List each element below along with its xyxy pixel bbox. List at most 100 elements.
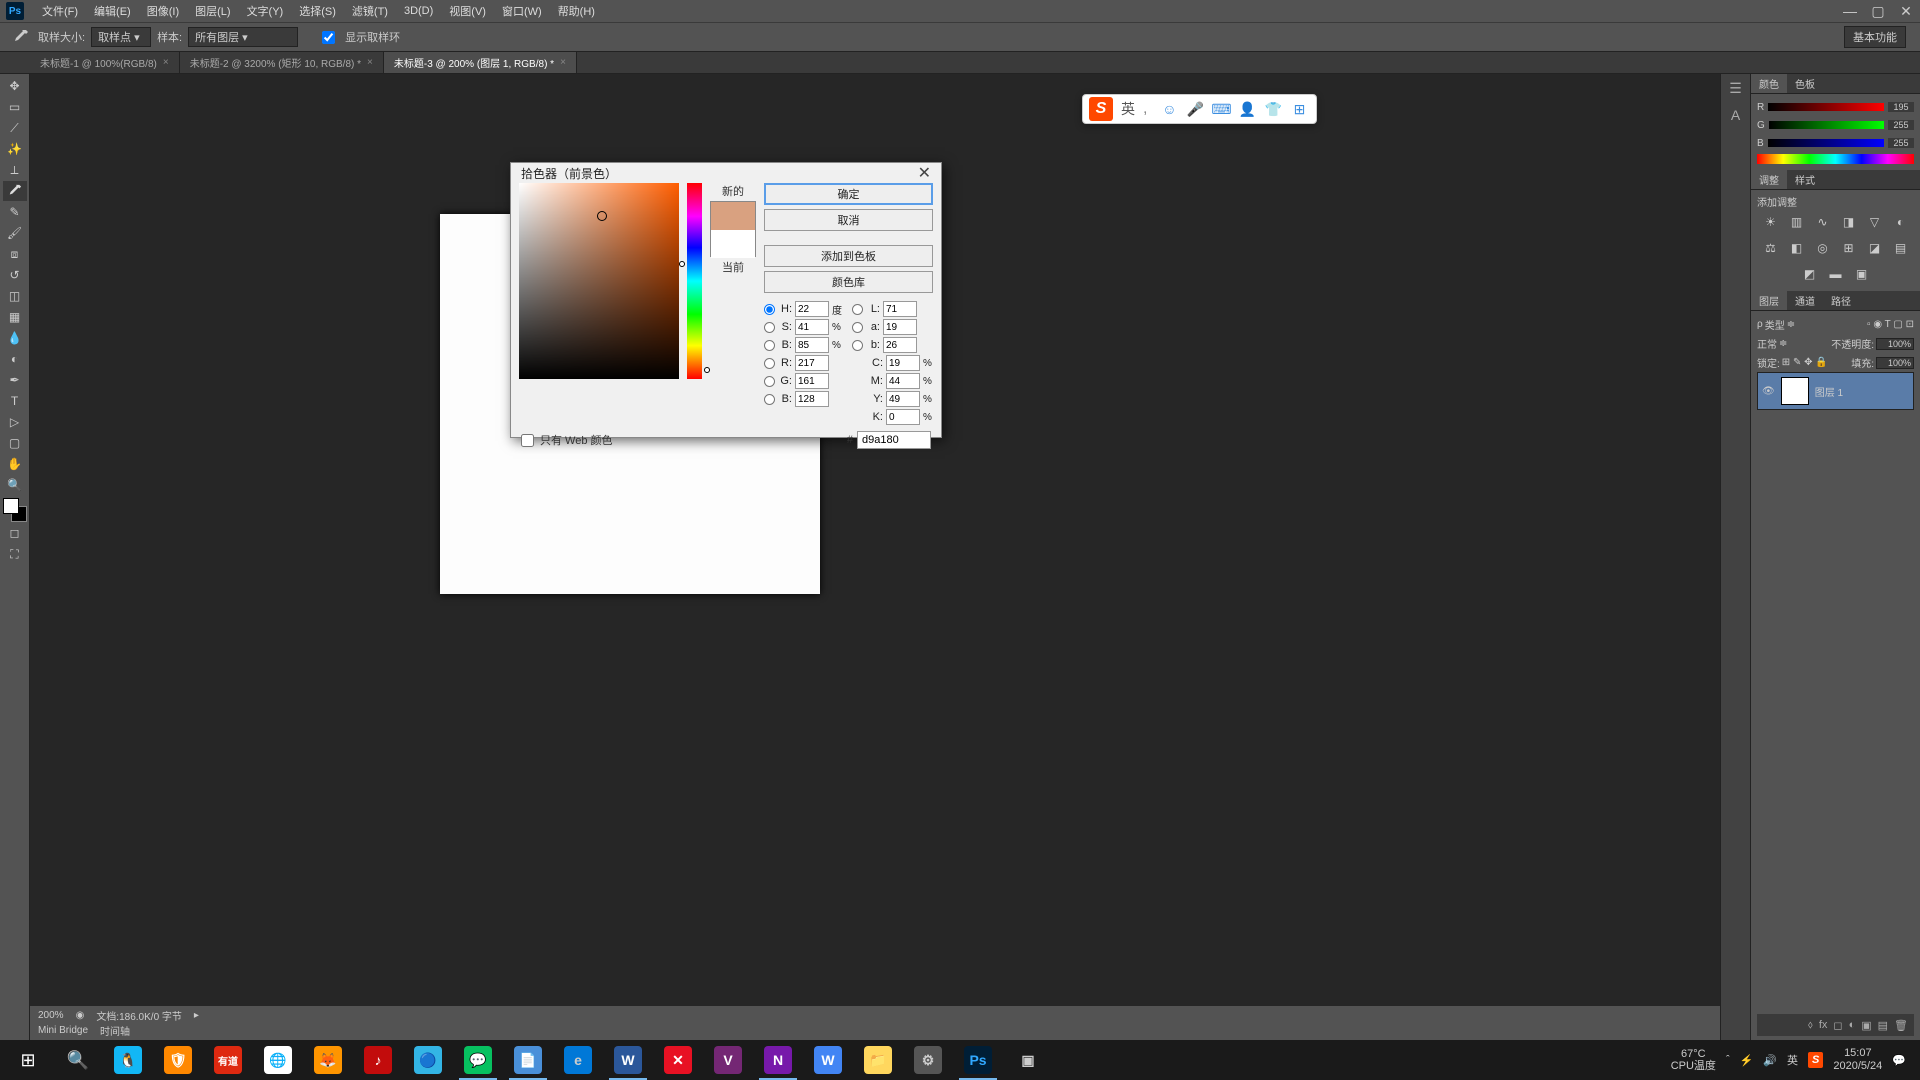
hex-input[interactable]	[857, 431, 931, 449]
pen-tool[interactable]: ✒	[3, 370, 27, 390]
levels-icon[interactable]: ▥	[1788, 213, 1806, 231]
s-input[interactable]	[795, 319, 829, 335]
youdao-icon[interactable]: 有道	[204, 1040, 252, 1080]
hue-slider[interactable]	[687, 183, 702, 379]
gradient-tool[interactable]: ▦	[3, 307, 27, 327]
r-radio[interactable]	[764, 358, 775, 369]
voice-icon[interactable]: 🎤	[1185, 99, 1205, 119]
wps-icon[interactable]: W	[804, 1040, 852, 1080]
volume-icon[interactable]: 🔊	[1763, 1054, 1777, 1067]
toolbox-icon[interactable]: ⊞	[1289, 99, 1309, 119]
fx-icon[interactable]: fx	[1819, 1019, 1828, 1031]
layer-name[interactable]: 图层 1	[1815, 384, 1843, 399]
eyedropper-tool-icon[interactable]	[10, 26, 32, 48]
chrome-icon[interactable]: 🌐	[254, 1040, 302, 1080]
ok-button[interactable]: 确定	[764, 183, 933, 205]
photo-filter-icon[interactable]: ◎	[1814, 239, 1832, 257]
dialog-title-bar[interactable]: 拾色器（前景色） ✕	[511, 163, 941, 183]
layers-tab[interactable]: 图层	[1751, 291, 1787, 310]
g-value[interactable]: 255	[1888, 120, 1914, 130]
l-input[interactable]	[883, 301, 917, 317]
ime-tray-icon[interactable]: 英	[1787, 1052, 1798, 1068]
y-input[interactable]	[886, 391, 920, 407]
menu-file[interactable]: 文件(F)	[34, 3, 86, 19]
paths-tab[interactable]: 路径	[1823, 291, 1859, 310]
bb-radio[interactable]	[764, 394, 775, 405]
vscode-icon[interactable]: V	[704, 1040, 752, 1080]
curves-icon[interactable]: ∿	[1814, 213, 1832, 231]
maximize-button[interactable]: ▢	[1864, 2, 1892, 20]
exposure-icon[interactable]: ◨	[1840, 213, 1858, 231]
g-input[interactable]	[795, 373, 829, 389]
document-tab-3[interactable]: 未标题-3 @ 200% (图层 1, RGB/8) *×	[384, 52, 577, 73]
opacity-input[interactable]	[1876, 338, 1914, 350]
fill-input[interactable]	[1876, 357, 1914, 369]
a-radio[interactable]	[852, 322, 863, 333]
b-radio[interactable]	[764, 340, 775, 351]
hue-ramp[interactable]	[1757, 154, 1914, 164]
b2-radio[interactable]	[852, 340, 863, 351]
color-field[interactable]	[519, 183, 679, 379]
c-input[interactable]	[886, 355, 920, 371]
ime-toolbar[interactable]: S 英 , ☺ 🎤 ⌨ 👤 👕 ⊞	[1082, 94, 1317, 124]
sogou-tray-icon[interactable]: S	[1808, 1052, 1823, 1068]
vibrance-icon[interactable]: ▽	[1866, 213, 1884, 231]
app-icon[interactable]: ✕	[654, 1040, 702, 1080]
a-input[interactable]	[883, 319, 917, 335]
keyboard-icon[interactable]: ⌨	[1211, 99, 1231, 119]
selective-color-icon[interactable]: ▣	[1853, 265, 1871, 283]
new-layer-icon[interactable]: ▤	[1878, 1019, 1888, 1032]
blue-input[interactable]	[795, 391, 829, 407]
usb-icon[interactable]: ⚡	[1740, 1054, 1754, 1067]
explorer-icon[interactable]: 📁	[854, 1040, 902, 1080]
hand-tool[interactable]: ✋	[3, 454, 27, 474]
clone-stamp-tool[interactable]: ⧈	[3, 244, 27, 264]
app3-icon[interactable]: ▣	[1004, 1040, 1052, 1080]
close-icon[interactable]: ×	[560, 57, 566, 68]
color-libraries-button[interactable]: 颜色库	[764, 271, 933, 293]
r-input[interactable]	[795, 355, 829, 371]
ime-language[interactable]: 英	[1121, 99, 1135, 119]
wechat-icon[interactable]: 💬	[454, 1040, 502, 1080]
document-tab-1[interactable]: 未标题-1 @ 100%(RGB/8)×	[30, 52, 180, 73]
word-icon[interactable]: W	[604, 1040, 652, 1080]
start-button[interactable]: ⊞	[4, 1040, 52, 1080]
sogou-icon[interactable]: 🔵	[404, 1040, 452, 1080]
notepad-icon[interactable]: 📄	[504, 1040, 552, 1080]
onenote-icon[interactable]: N	[754, 1040, 802, 1080]
group-icon[interactable]: ▣	[1861, 1019, 1871, 1032]
b-value[interactable]: 255	[1888, 138, 1914, 148]
trash-icon[interactable]: 🗑	[1894, 1019, 1908, 1032]
brightness-icon[interactable]: ☀	[1762, 213, 1780, 231]
sample-dropdown[interactable]: 所有图层 ▾	[188, 27, 298, 47]
sogou-logo-icon[interactable]: S	[1089, 97, 1113, 121]
workspace-switcher[interactable]: 基本功能	[1844, 26, 1906, 48]
menu-filter[interactable]: 滤镜(T)	[344, 3, 396, 19]
notifications-icon[interactable]: 💬	[1892, 1054, 1906, 1067]
add-swatch-button[interactable]: 添加到色板	[764, 245, 933, 267]
zoom-level[interactable]: 200%	[38, 1010, 64, 1021]
user-icon[interactable]: 👤	[1237, 99, 1257, 119]
menu-help[interactable]: 帮助(H)	[550, 3, 603, 19]
channel-mixer-icon[interactable]: ⊞	[1840, 239, 1858, 257]
menu-layer[interactable]: 图层(L)	[187, 3, 238, 19]
emoji-icon[interactable]: ☺	[1159, 99, 1179, 119]
foreground-background-colors[interactable]	[3, 498, 27, 522]
qq-icon[interactable]: 🐧	[104, 1040, 152, 1080]
bright-input[interactable]	[795, 337, 829, 353]
mask-icon[interactable]: ◻	[1833, 1019, 1842, 1032]
minimize-button[interactable]: —	[1836, 2, 1864, 20]
g-radio[interactable]	[764, 376, 775, 387]
s-radio[interactable]	[764, 322, 775, 333]
path-selection-tool[interactable]: ▷	[3, 412, 27, 432]
blur-tool[interactable]: 💧	[3, 328, 27, 348]
link-icon[interactable]: ⬨	[1808, 1019, 1813, 1032]
firefox-icon[interactable]: 🦊	[304, 1040, 352, 1080]
menu-type[interactable]: 文字(Y)	[239, 3, 292, 19]
h-radio[interactable]	[764, 304, 775, 315]
netease-icon[interactable]: ♪	[354, 1040, 402, 1080]
document-tab-2[interactable]: 未标题-2 @ 3200% (矩形 10, RGB/8) *×	[180, 52, 384, 73]
quick-mask-toggle[interactable]: ◻	[3, 523, 27, 543]
healing-brush-tool[interactable]: ✎	[3, 202, 27, 222]
mini-bridge-tab[interactable]: Mini Bridge	[38, 1025, 88, 1036]
